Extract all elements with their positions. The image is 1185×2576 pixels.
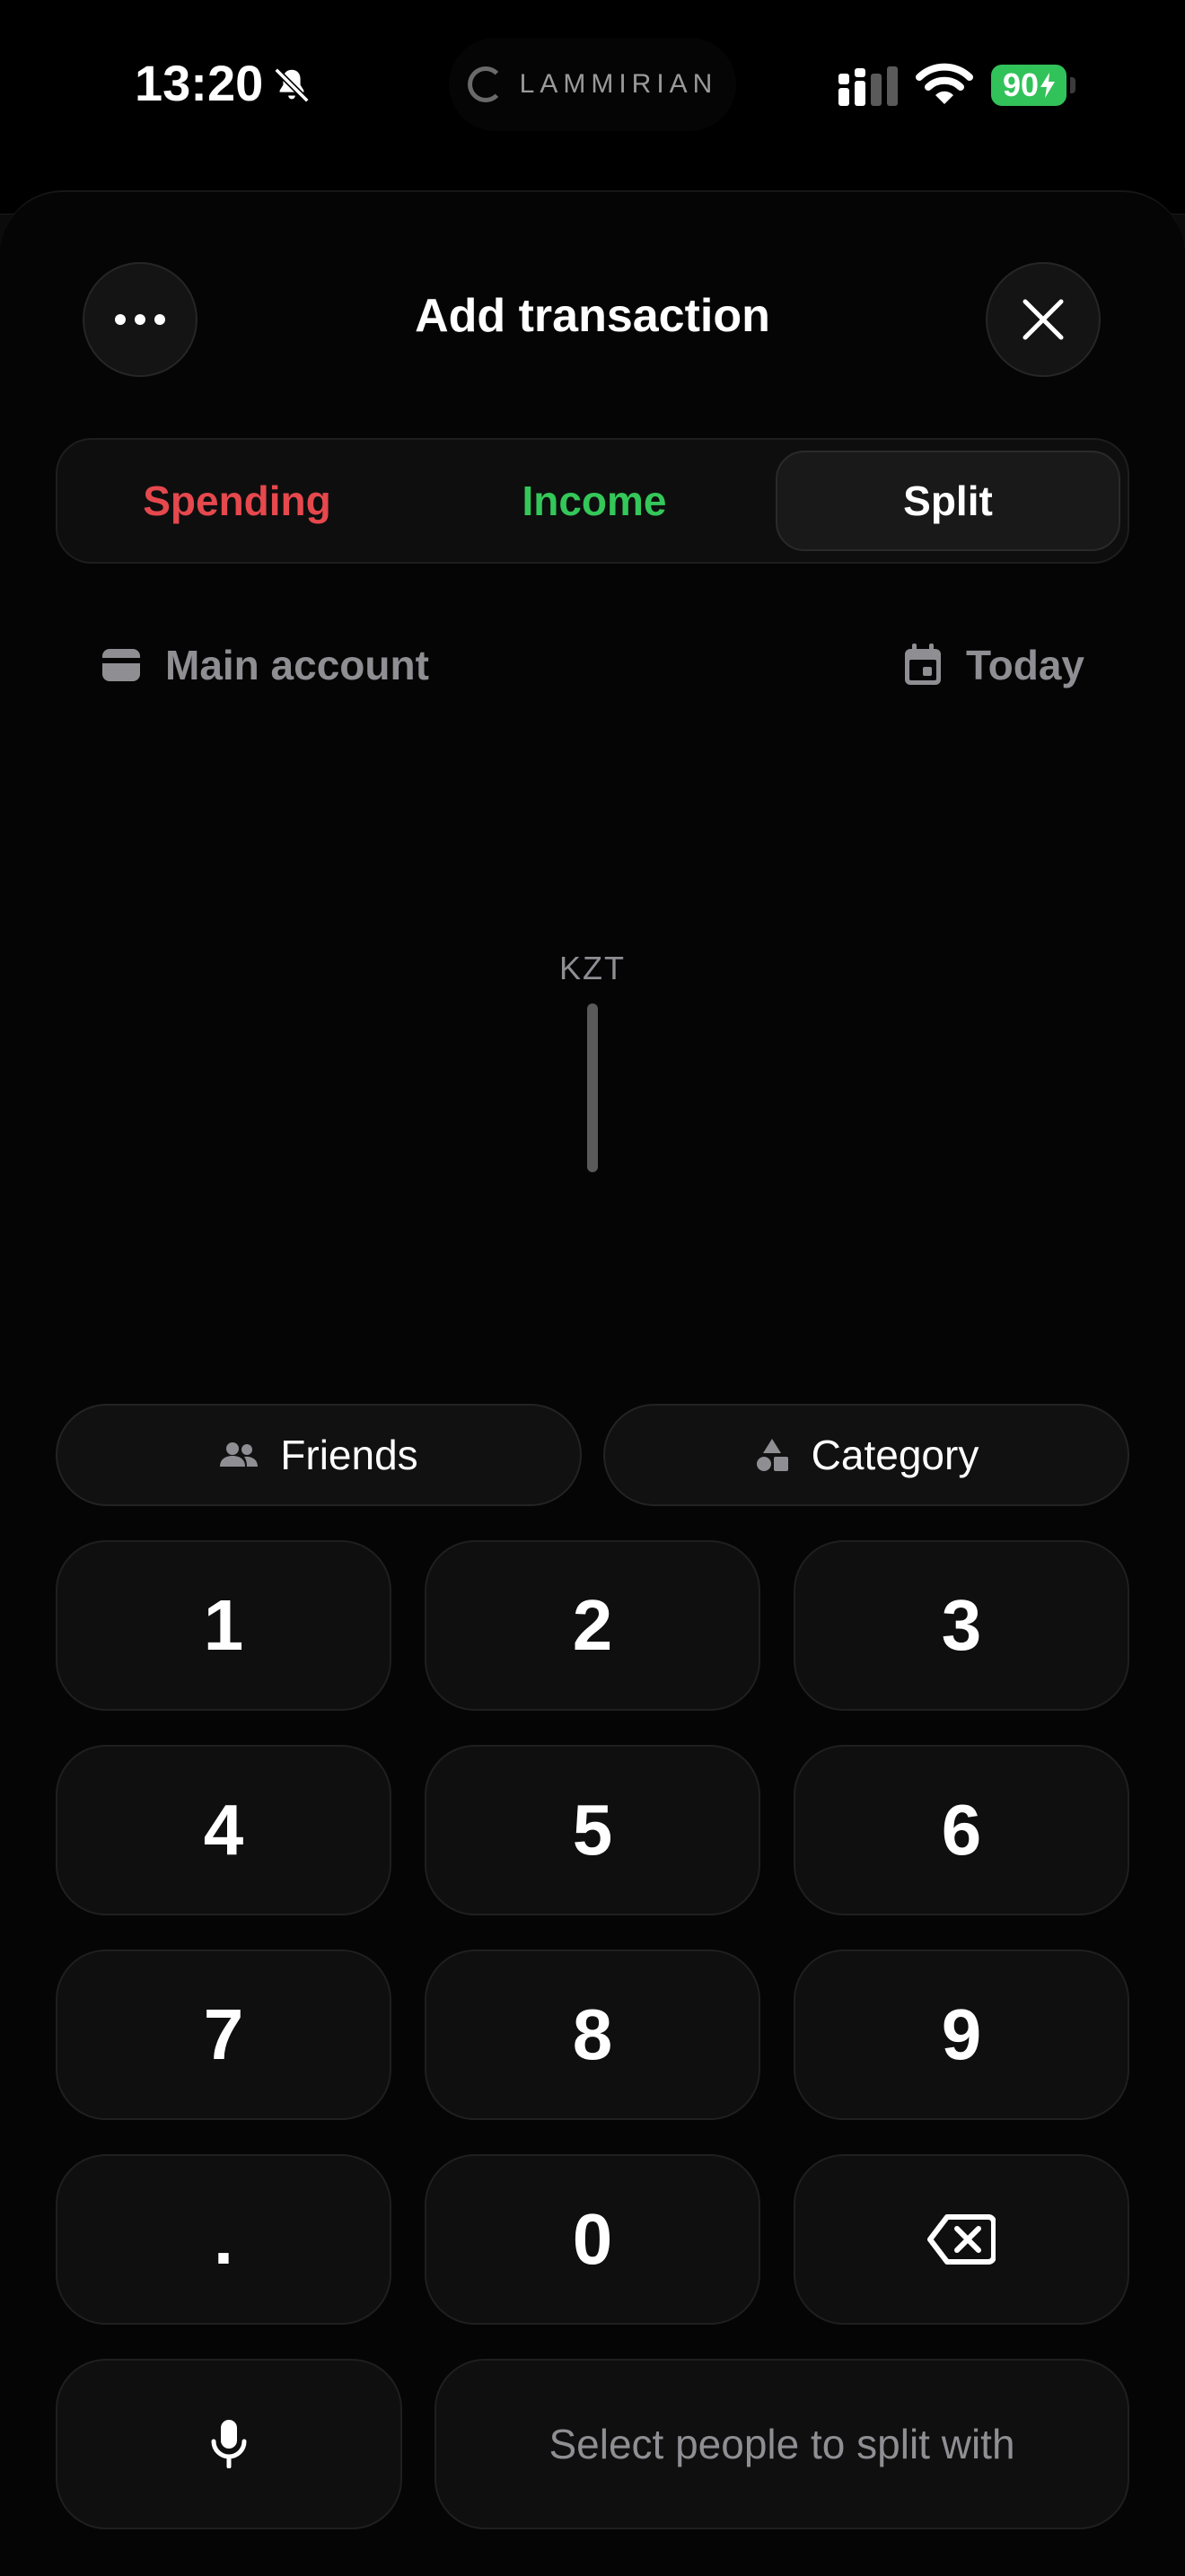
key-2[interactable]: 2 — [425, 1540, 760, 1711]
backspace-key[interactable] — [794, 2154, 1129, 2325]
key-3[interactable]: 3 — [794, 1540, 1129, 1711]
battery-tip — [1070, 77, 1075, 93]
category-shapes-icon — [756, 1439, 788, 1471]
key-4[interactable]: 4 — [56, 1745, 391, 1915]
close-button[interactable] — [986, 262, 1101, 377]
tab-split[interactable]: Split — [776, 451, 1120, 551]
category-button[interactable]: Category — [603, 1404, 1129, 1506]
key-5[interactable]: 5 — [425, 1745, 760, 1915]
close-icon — [1023, 299, 1064, 340]
key-9[interactable]: 9 — [794, 1950, 1129, 2120]
friends-button[interactable]: Friends — [56, 1404, 582, 1506]
battery-level: 90 — [1002, 66, 1040, 103]
key-6[interactable]: 6 — [794, 1745, 1129, 1915]
cellular-signal-icon — [838, 66, 898, 106]
category-label: Category — [811, 1432, 979, 1478]
dynamic-island: LAMMIRIAN — [449, 38, 736, 131]
people-icon — [220, 1442, 259, 1467]
tab-spending[interactable]: Spending — [57, 440, 417, 562]
wallet-icon — [102, 649, 140, 681]
friends-label: Friends — [280, 1432, 418, 1478]
voice-input-button[interactable] — [56, 2359, 402, 2529]
microphone-icon — [211, 2420, 247, 2468]
amount-input-cursor[interactable] — [587, 1003, 598, 1172]
status-time: 13:20 — [135, 55, 264, 111]
wifi-icon — [916, 63, 973, 104]
transaction-type-segmented: Spending Income Split — [56, 438, 1129, 564]
key-7[interactable]: 7 — [56, 1950, 391, 2120]
account-label: Main account — [165, 642, 429, 688]
account-selector[interactable]: Main account — [101, 634, 429, 697]
backspace-icon — [927, 2214, 996, 2265]
date-selector[interactable]: Today — [903, 634, 1084, 697]
island-label: LAMMIRIAN — [519, 69, 718, 99]
key-0[interactable]: 0 — [425, 2154, 760, 2325]
battery-indicator: 90 — [991, 65, 1066, 106]
charging-bolt-icon — [1040, 73, 1056, 98]
key-8[interactable]: 8 — [425, 1950, 760, 2120]
calendar-icon — [904, 644, 941, 685]
currency-code: KZT — [559, 950, 626, 986]
tab-income[interactable]: Income — [417, 440, 772, 562]
date-label: Today — [965, 642, 1084, 688]
loading-spinner-icon — [467, 66, 504, 102]
key-decimal[interactable]: . — [56, 2154, 391, 2325]
bell-muted-icon — [274, 67, 310, 103]
key-1[interactable]: 1 — [56, 1540, 391, 1711]
select-split-people-button[interactable]: Select people to split with — [434, 2359, 1129, 2529]
